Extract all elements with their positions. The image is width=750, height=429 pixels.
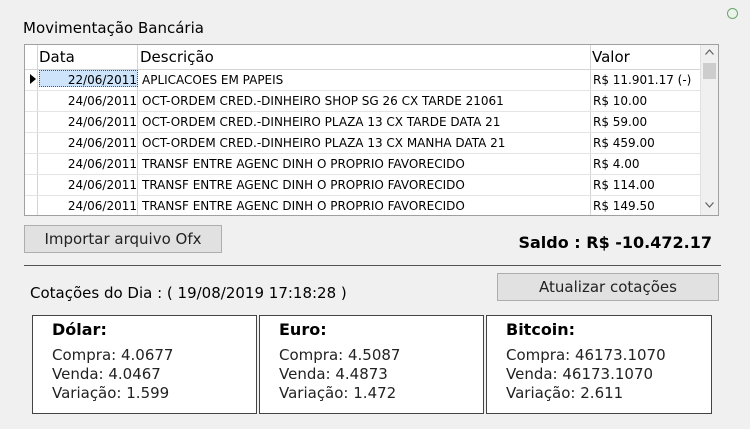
cell-description: OCT-ORDEM CRED.-DINHEIRO SHOP SG 26 CX T… xyxy=(142,94,504,108)
cell-value: R$ 4.00 xyxy=(593,157,640,171)
chevron-down-icon[interactable] xyxy=(701,198,718,215)
cell-description: OCT-ORDEM CRED.-DINHEIRO PLAZA 13 CX TAR… xyxy=(142,115,501,129)
cell-date: 24/06/2011 xyxy=(67,178,137,192)
cell-date: 24/06/2011 xyxy=(67,94,137,108)
table-row[interactable]: 24/06/2011 TRANSF ENTRE AGENC DINH O PRO… xyxy=(25,174,703,196)
quote-variacao: Variação: 1.599 xyxy=(52,384,170,402)
table-row[interactable]: 24/06/2011 TRANSF ENTRE AGENC DINH O PRO… xyxy=(25,195,703,215)
column-header-valor[interactable]: Valor xyxy=(592,48,630,66)
group-title: Movimentação Bancária xyxy=(23,19,204,37)
table-row[interactable]: 24/06/2011 OCT-ORDEM CRED.-DINHEIRO SHOP… xyxy=(25,90,703,112)
cell-description: OCT-ORDEM CRED.-DINHEIRO PLAZA 13 CX MAN… xyxy=(142,136,506,150)
quote-venda: Venda: 4.4873 xyxy=(279,365,388,383)
cell-description: TRANSF ENTRE AGENC DINH O PROPRIO FAVORE… xyxy=(142,157,465,171)
status-indicator-icon xyxy=(727,8,738,19)
grid-header: Data Descrição Valor xyxy=(25,45,703,70)
divider xyxy=(24,265,721,266)
cell-date: 24/06/2011 xyxy=(67,136,137,150)
cell-date: 24/06/2011 xyxy=(67,199,137,213)
quote-card-bitcoin: Bitcoin: Compra: 46173.1070 Venda: 46173… xyxy=(486,315,712,414)
quote-variacao: Variação: 1.472 xyxy=(279,384,397,402)
quote-compra: Compra: 4.0677 xyxy=(52,346,174,364)
quote-compra: Compra: 4.5087 xyxy=(279,346,401,364)
row-pointer-icon xyxy=(30,74,36,84)
cell-value: R$ 149.50 xyxy=(593,199,655,213)
quote-title: Dólar: xyxy=(52,320,107,339)
scrollbar-thumb[interactable] xyxy=(703,63,716,79)
quote-venda: Venda: 46173.1070 xyxy=(506,365,654,383)
quote-venda: Venda: 4.0467 xyxy=(52,365,161,383)
vertical-scrollbar[interactable] xyxy=(700,45,718,215)
cell-date: 24/06/2011 xyxy=(67,157,137,171)
import-ofx-button[interactable]: Importar arquivo Ofx xyxy=(24,225,222,253)
cell-value: R$ 11.901.17 (-) xyxy=(593,73,692,87)
cell-value: R$ 459.00 xyxy=(593,136,655,150)
cotacoes-label: Cotações do Dia : ( 19/08/2019 17:18:28 … xyxy=(30,284,347,302)
cell-description: APLICACOES EM PAPEIS xyxy=(142,73,284,87)
cell-description: TRANSF ENTRE AGENC DINH O PROPRIO FAVORE… xyxy=(142,178,465,192)
table-row[interactable]: 24/06/2011 OCT-ORDEM CRED.-DINHEIRO PLAZ… xyxy=(25,111,703,133)
cell-value: R$ 59.00 xyxy=(593,115,648,129)
cell-value: R$ 10.00 xyxy=(593,94,648,108)
chevron-up-icon[interactable] xyxy=(701,45,718,62)
quote-card-dolar: Dólar: Compra: 4.0677 Venda: 4.0467 Vari… xyxy=(32,315,257,414)
transactions-grid[interactable]: Data Descrição Valor 22/06/2011 APLICACO… xyxy=(24,44,719,216)
table-row[interactable]: 24/06/2011 OCT-ORDEM CRED.-DINHEIRO PLAZ… xyxy=(25,132,703,154)
quote-card-euro: Euro: Compra: 4.5087 Venda: 4.4873 Varia… xyxy=(259,315,484,414)
saldo-label: Saldo : R$ -10.472.17 xyxy=(518,233,712,252)
cell-value: R$ 114.00 xyxy=(593,178,655,192)
column-header-descricao[interactable]: Descrição xyxy=(140,48,214,66)
cell-date: 24/06/2011 xyxy=(67,115,137,129)
table-row[interactable]: 24/06/2011 TRANSF ENTRE AGENC DINH O PRO… xyxy=(25,153,703,175)
quote-title: Bitcoin: xyxy=(506,320,576,339)
quote-variacao: Variação: 2.611 xyxy=(506,384,624,402)
quote-compra: Compra: 46173.1070 xyxy=(506,346,666,364)
cell-description: TRANSF ENTRE AGENC DINH O PROPRIO FAVORE… xyxy=(142,199,465,213)
column-header-data[interactable]: Data xyxy=(39,48,75,66)
cell-date: 22/06/2011 xyxy=(67,73,137,87)
quote-title: Euro: xyxy=(279,320,327,339)
table-row[interactable]: 22/06/2011 APLICACOES EM PAPEIS R$ 11.90… xyxy=(25,69,703,91)
update-quotes-button[interactable]: Atualizar cotações xyxy=(497,273,719,301)
